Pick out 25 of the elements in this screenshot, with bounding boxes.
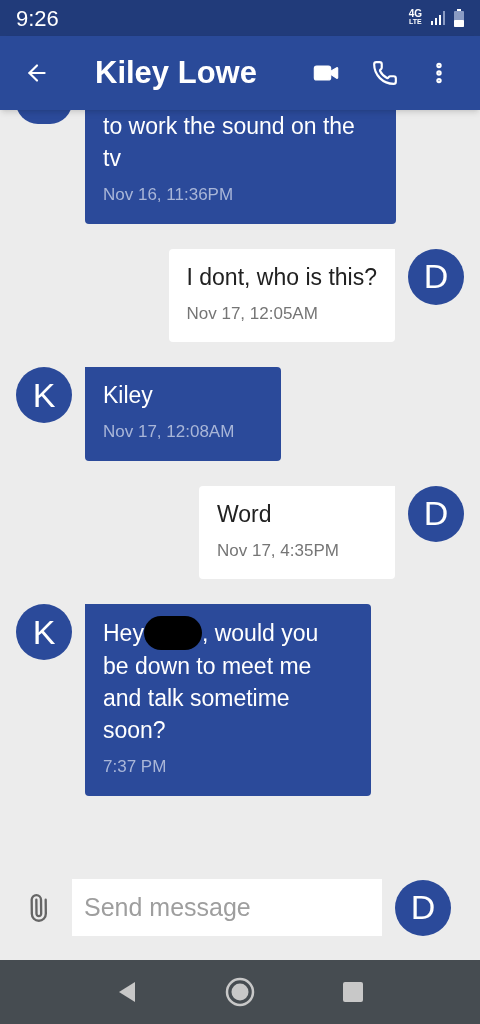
message-text: Hey — [103, 619, 144, 648]
avatar: K — [16, 604, 72, 660]
message-time: Nov 17, 4:35PM — [217, 539, 340, 562]
battery-icon — [454, 9, 464, 27]
home-icon[interactable] — [225, 977, 255, 1007]
back-icon[interactable] — [117, 981, 137, 1003]
message-time: Nov 17, 12:05AM — [186, 302, 319, 325]
contact-name: Kiley Lowe — [95, 53, 258, 92]
message-text: , would you — [201, 619, 319, 648]
message-text: be down to meet me and talk sometime soon? — [103, 652, 313, 745]
message-text: I dont, who is this? — [186, 262, 377, 292]
signal-icon — [430, 10, 446, 26]
phone-button[interactable] — [372, 60, 398, 86]
avatar: K — [16, 367, 72, 423]
avatar: D — [395, 879, 451, 936]
message-time: Nov 17, 12:08AM — [103, 421, 236, 443]
message-text: Word — [217, 499, 273, 529]
message-text: to work the sound on the tv — [103, 112, 356, 173]
message-time: 7:37 PM — [103, 756, 168, 778]
avatar: D — [408, 485, 464, 542]
message-input[interactable]: Send message — [72, 879, 382, 936]
message-text: Kiley — [103, 381, 154, 410]
status-time: 9:26 — [16, 4, 59, 33]
message-time: Nov 16, 11:36PM — [103, 184, 235, 206]
avatar: D — [408, 248, 464, 305]
